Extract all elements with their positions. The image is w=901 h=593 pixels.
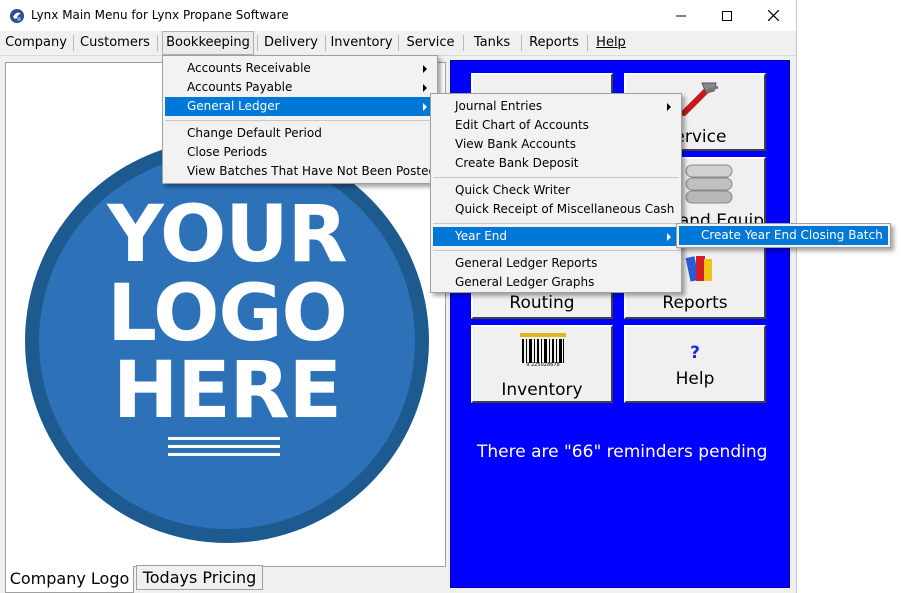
- submenu-arrow-icon: [423, 84, 427, 92]
- propane-tanks-icon: [685, 164, 733, 204]
- menu-delivery[interactable]: Delivery: [261, 31, 321, 55]
- maximize-button[interactable]: [704, 0, 750, 31]
- barcode-digits: 9 225028678: [526, 362, 560, 368]
- menu-item-label: Year End: [455, 229, 508, 243]
- menu-item-label: General Ledger Reports: [455, 256, 598, 270]
- menu-item-label: General Ledger Graphs: [455, 275, 595, 289]
- menu-service[interactable]: Service: [402, 31, 459, 55]
- menu-item-journal-entries[interactable]: Journal Entries: [433, 97, 679, 116]
- menu-item-general-ledger[interactable]: General Ledger: [165, 97, 435, 116]
- reminders-status[interactable]: There are "66" reminders pending: [477, 442, 767, 462]
- submenu-arrow-icon: [423, 103, 427, 111]
- tab-todays-pricing[interactable]: Todays Pricing: [136, 565, 263, 590]
- logo-text-line3: HERE: [113, 346, 342, 436]
- tile-inventory-label: Inventory: [501, 380, 583, 400]
- minimize-button[interactable]: [658, 0, 704, 31]
- menu-item-view-bank-accounts[interactable]: View Bank Accounts: [433, 135, 679, 154]
- menu-item-label: Accounts Payable: [187, 80, 293, 94]
- submenu-arrow-icon: [423, 65, 427, 73]
- menu-item-label: Create Year End Closing Batch: [701, 228, 883, 242]
- lynx-app-icon: [10, 9, 24, 23]
- menu-separator: [157, 35, 158, 51]
- menu-item-general-ledger-graphs[interactable]: General Ledger Graphs: [433, 273, 679, 292]
- menu-separator: [73, 35, 74, 51]
- submenu-arrow-icon: [667, 233, 671, 241]
- menu-separator: [587, 35, 588, 51]
- close-icon: [767, 10, 779, 21]
- menu-item-general-ledger-reports[interactable]: General Ledger Reports: [433, 254, 679, 273]
- menu-bookkeeping[interactable]: Bookkeeping: [162, 31, 254, 55]
- logo-decor-line: [168, 437, 280, 440]
- menu-item-label: Close Periods: [187, 145, 268, 159]
- menu-separator: [325, 35, 326, 51]
- menu-item-label: View Batches That Have Not Been Posted: [187, 164, 437, 178]
- menu-item-label: General Ledger: [187, 99, 280, 113]
- menu-separator: [433, 223, 679, 224]
- logo-decor-line: [168, 453, 280, 456]
- logo-decor-line: [168, 445, 280, 448]
- tile-inventory[interactable]: 9 225028678 Inventory: [471, 325, 613, 403]
- main-window: Lynx Main Menu for Lynx Propane Software…: [0, 0, 797, 593]
- minimize-icon: [676, 15, 686, 16]
- window-title: Lynx Main Menu for Lynx Propane Software: [31, 8, 289, 22]
- menu-item-year-end[interactable]: Year End: [433, 227, 679, 246]
- menu-separator: [521, 35, 522, 51]
- menu-item-create-bank-deposit[interactable]: Create Bank Deposit: [433, 154, 679, 173]
- menu-item-quick-receipt-misc-cash[interactable]: Quick Receipt of Miscellaneous Cash: [433, 200, 679, 219]
- maximize-icon: [722, 10, 732, 21]
- title-bar[interactable]: Lynx Main Menu for Lynx Propane Software: [0, 0, 796, 31]
- menu-tanks[interactable]: Tanks: [467, 31, 517, 55]
- menu-item-quick-check-writer[interactable]: Quick Check Writer: [433, 181, 679, 200]
- tile-help[interactable]: ? Help: [624, 325, 766, 403]
- menu-item-change-default-period[interactable]: Change Default Period: [165, 124, 435, 143]
- tile-reports-label: Reports: [662, 293, 728, 313]
- close-button[interactable]: [750, 0, 796, 31]
- menu-company[interactable]: Company: [2, 31, 70, 55]
- menu-item-create-year-end-closing-batch[interactable]: Create Year End Closing Batch: [679, 226, 888, 245]
- menu-separator: [398, 35, 399, 51]
- menu-item-label: Quick Check Writer: [455, 183, 571, 197]
- menu-separator: [257, 35, 258, 51]
- year-end-submenu: Create Year End Closing Batch: [676, 223, 891, 248]
- logo-text-line1: YOUR: [107, 190, 347, 280]
- menu-item-close-periods[interactable]: Close Periods: [165, 143, 435, 162]
- menu-separator: [433, 250, 679, 251]
- menu-separator: [165, 120, 435, 121]
- bookkeeping-dropdown: Accounts Receivable Accounts Payable Gen…: [162, 55, 438, 184]
- menu-item-label: Change Default Period: [187, 126, 322, 140]
- menu-item-label: Journal Entries: [455, 99, 543, 113]
- books-icon: [685, 256, 712, 282]
- menu-item-view-unposted-batches[interactable]: View Batches That Have Not Been Posted: [165, 162, 437, 181]
- menu-separator: [463, 35, 464, 51]
- general-ledger-submenu: Journal Entries Edit Chart of Accounts V…: [430, 93, 682, 293]
- menu-reports[interactable]: Reports: [525, 31, 583, 55]
- menu-item-label: Create Bank Deposit: [455, 156, 579, 170]
- menu-item-label: View Bank Accounts: [455, 137, 576, 151]
- menu-item-edit-chart-of-accounts[interactable]: Edit Chart of Accounts: [433, 116, 679, 135]
- menu-item-accounts-receivable[interactable]: Accounts Receivable: [165, 59, 435, 78]
- menu-item-label: Accounts Receivable: [187, 61, 311, 75]
- menu-help[interactable]: Help: [591, 31, 631, 55]
- menu-item-accounts-payable[interactable]: Accounts Payable: [165, 78, 435, 97]
- menu-item-label: Quick Receipt of Miscellaneous Cash: [455, 202, 675, 216]
- tab-company-logo[interactable]: Company Logo: [5, 566, 134, 593]
- menu-inventory[interactable]: Inventory: [329, 31, 394, 55]
- tile-routing-label: Routing: [509, 293, 575, 313]
- menu-item-label: Edit Chart of Accounts: [455, 118, 589, 132]
- tile-help-label: Help: [675, 369, 715, 389]
- menu-customers[interactable]: Customers: [77, 31, 153, 55]
- menu-bar: Company Customers Bookkeeping Delivery I…: [0, 31, 796, 56]
- wrench-icon: [681, 82, 719, 116]
- question-mark-icon: ?: [690, 343, 700, 363]
- menu-separator: [433, 177, 679, 178]
- submenu-arrow-icon: [667, 103, 671, 111]
